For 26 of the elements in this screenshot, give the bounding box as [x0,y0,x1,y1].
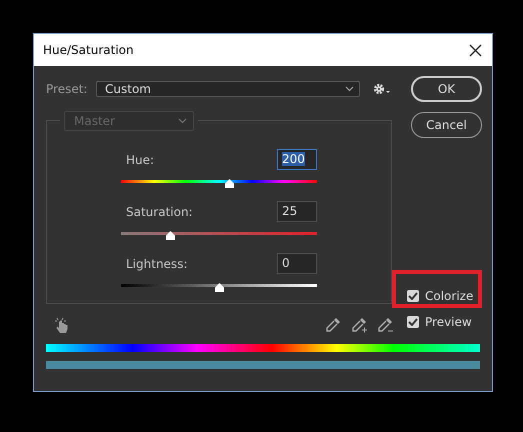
value-field[interactable]: 25 [277,201,317,222]
checkbox-label: Colorize [425,289,474,303]
eyedropper-icon[interactable] [324,316,342,334]
value-field[interactable]: 200 [277,149,317,170]
checkbox[interactable] [407,316,419,328]
value-field[interactable]: 0 [277,253,317,274]
chevron-icon [345,86,354,92]
slider-label: Hue: [126,152,154,166]
preset-dropdown[interactable]: Custom [96,81,360,97]
close-icon[interactable] [469,44,482,56]
checkbox[interactable] [407,290,419,302]
dialog-button[interactable]: Cancel [411,112,482,138]
slider-label: Saturation: [126,204,193,218]
window-title: Hue/Saturation [43,43,134,57]
chevron-icon [178,118,187,124]
settings-icon[interactable] [373,83,391,95]
slider-thumb[interactable] [224,179,235,188]
slider-thumb[interactable] [214,283,225,292]
slider-thumb[interactable] [165,231,176,240]
hand-icon[interactable] [54,316,70,334]
eyedropper-icon[interactable] [376,316,394,334]
dialog-button[interactable]: OK [411,76,482,102]
checkbox-label: Preview [425,315,472,329]
slider-label: Lightness: [126,256,188,270]
preset-label: Preset: [46,82,88,96]
eyedropper-icon[interactable] [350,316,368,334]
